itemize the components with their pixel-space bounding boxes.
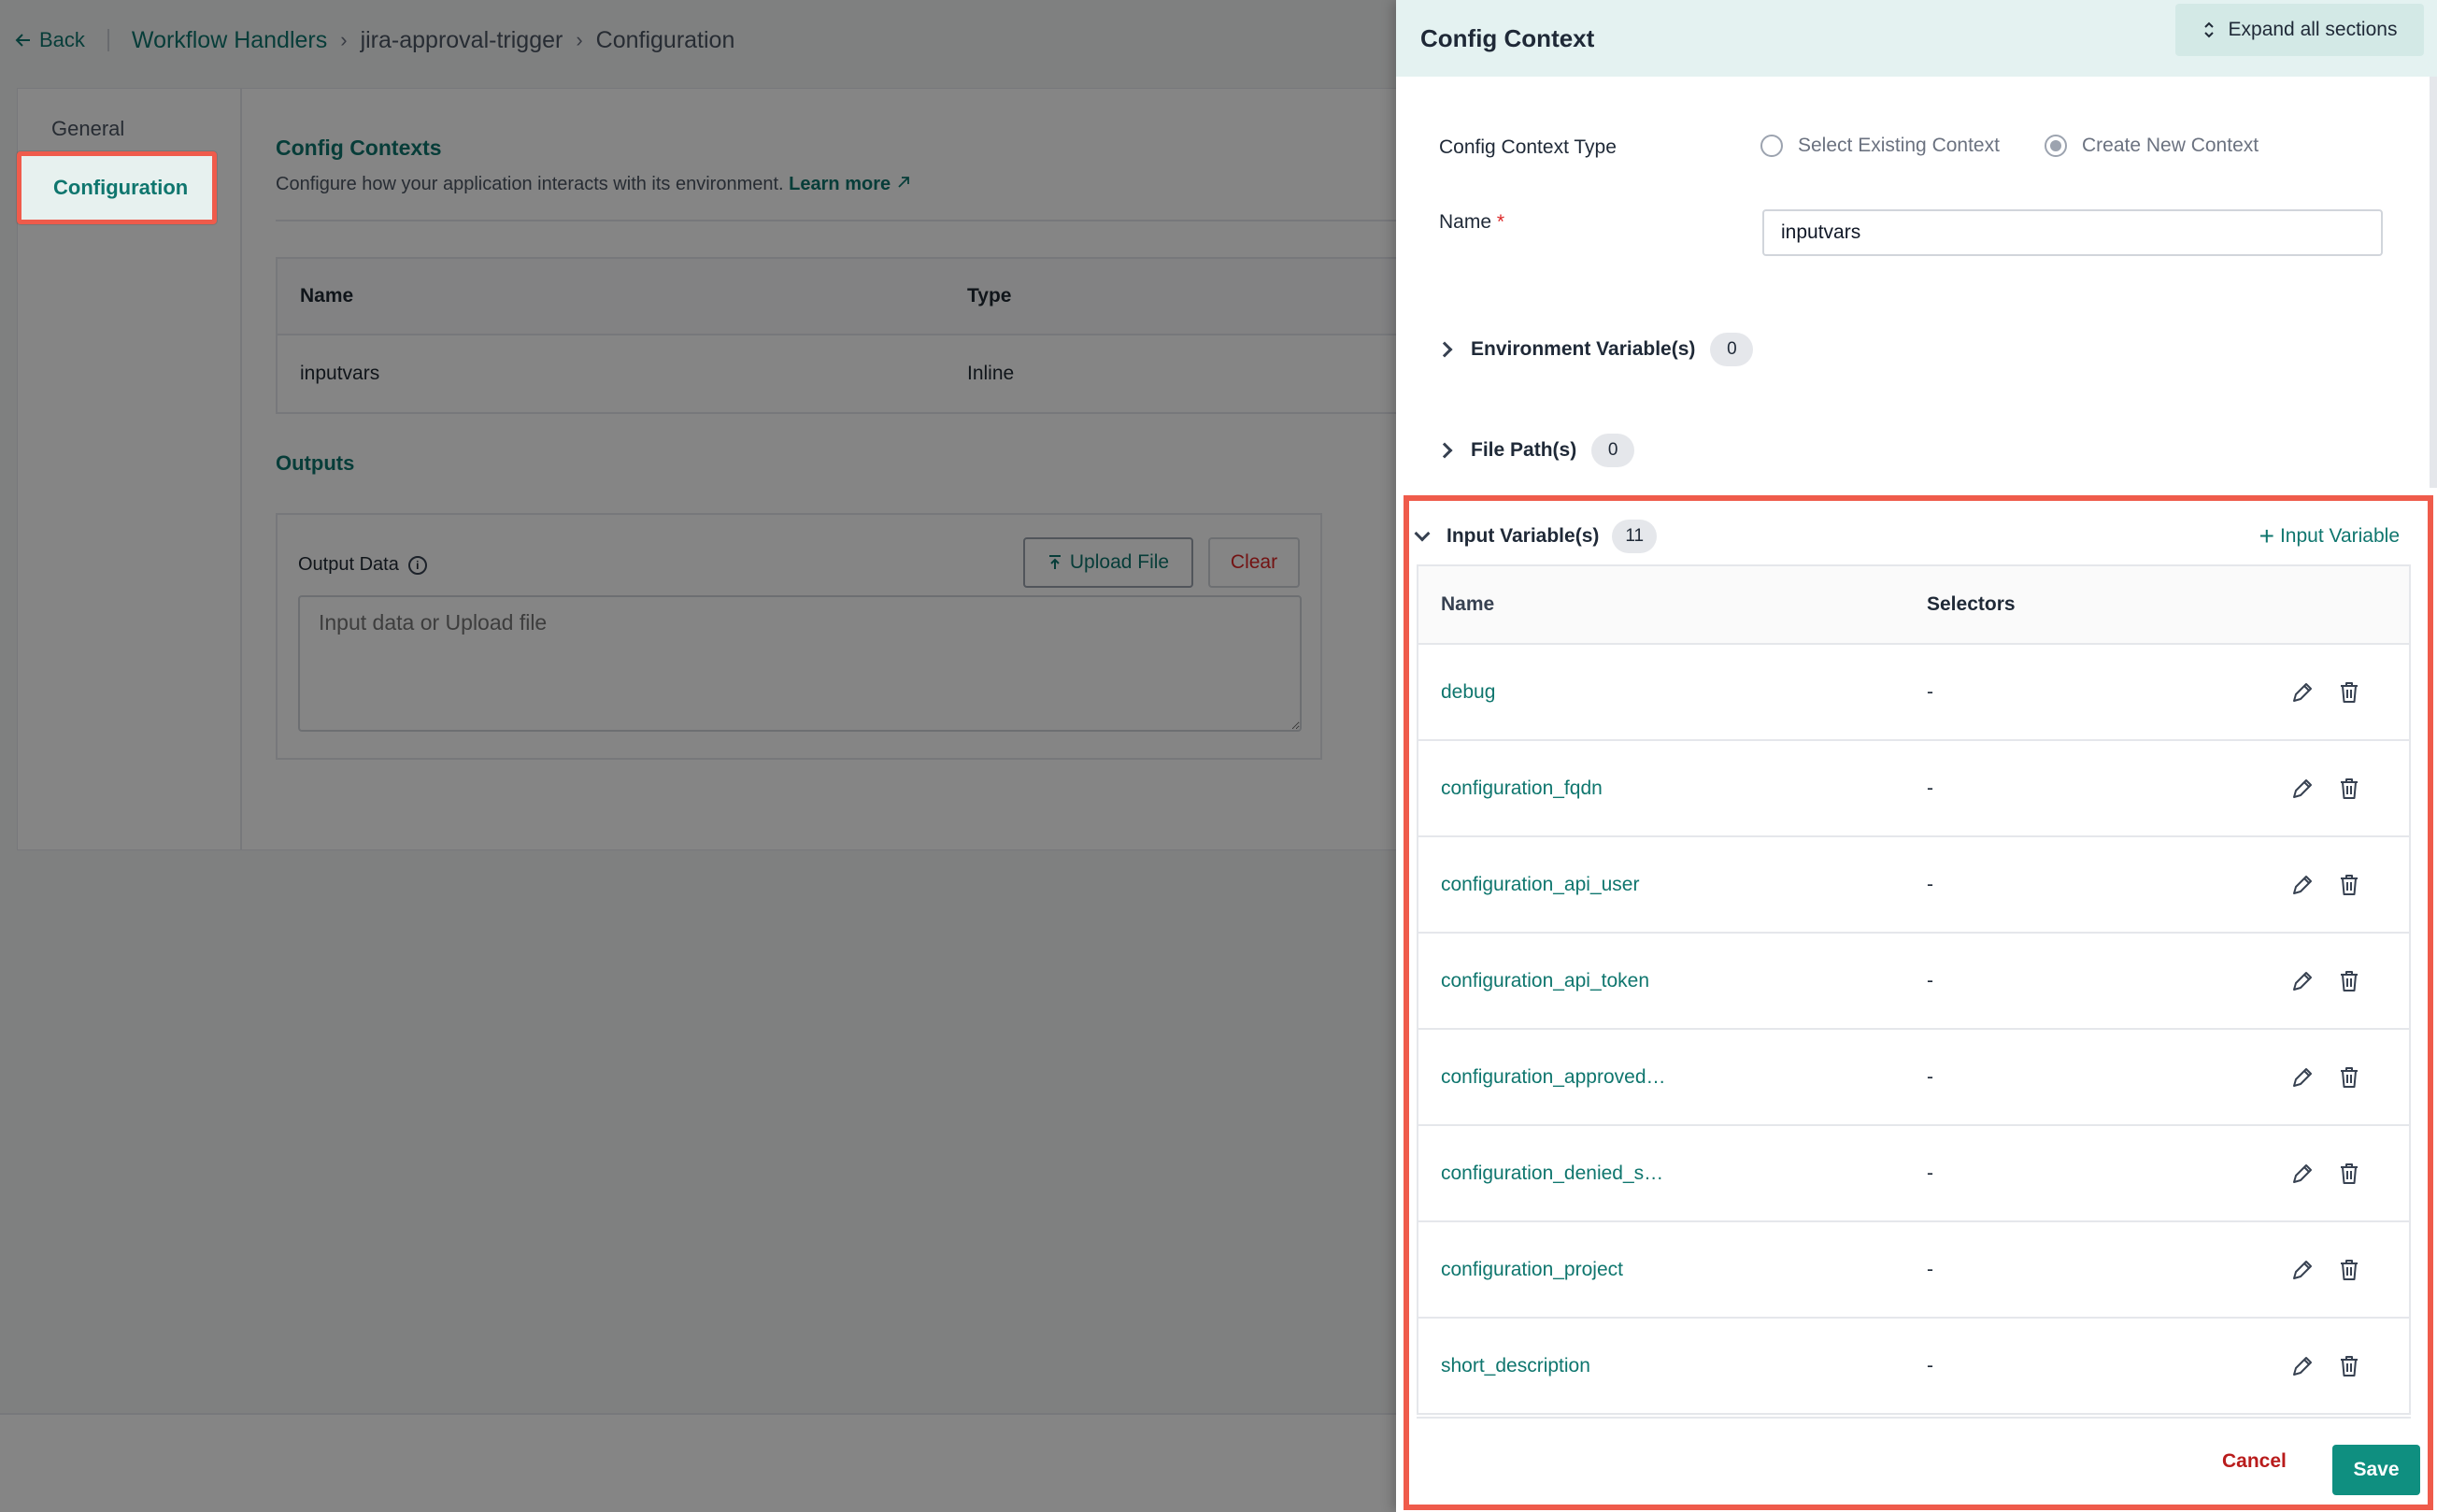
variable-selectors: - <box>1927 1065 1933 1088</box>
drawer-title: Config Context <box>1420 23 1595 52</box>
variable-name-link[interactable]: configuration_project <box>1418 1259 1927 1281</box>
row-actions <box>2289 776 2362 802</box>
table-row: short_description - <box>1418 1319 2409 1415</box>
sidebar-item-label: Configuration <box>53 176 189 199</box>
expand-collapse-icon <box>2203 21 2214 38</box>
table-row: configuration_api_user - <box>1418 837 2409 934</box>
column-header-selectors: Selectors <box>1927 593 2016 615</box>
trash-icon[interactable] <box>2336 776 2362 802</box>
trash-icon[interactable] <box>2336 1161 2362 1187</box>
pencil-icon[interactable] <box>2289 1161 2316 1187</box>
table-row: configuration_project - <box>1418 1222 2409 1319</box>
variable-selectors: - <box>1927 1162 1933 1184</box>
required-marker: * <box>1496 211 1505 233</box>
table-row: configuration_api_token - <box>1418 934 2409 1030</box>
radio-label: Create New Context <box>2082 135 2259 156</box>
variable-selectors: - <box>1927 680 1933 703</box>
section-label: Environment Variable(s) <box>1471 338 1696 360</box>
name-field[interactable]: inputvars <box>1762 209 2383 256</box>
modal-overlay[interactable] <box>0 0 1396 1512</box>
row-actions <box>2289 968 2362 994</box>
variable-selectors: - <box>1927 969 1933 991</box>
drawer-header: Config Context Expand all sections <box>1396 0 2437 77</box>
variable-selectors: - <box>1927 1354 1933 1376</box>
variable-name-link[interactable]: debug <box>1418 681 1927 704</box>
table-header: Name Selectors <box>1418 566 2409 645</box>
row-actions <box>2289 1064 2362 1091</box>
chevron-right-icon <box>1436 341 1453 358</box>
row-actions <box>2289 1257 2362 1283</box>
radio-selected-icon <box>2045 135 2067 157</box>
pencil-icon[interactable] <box>2289 1353 2316 1379</box>
row-actions <box>2289 1161 2362 1187</box>
section-label: Input Variable(s) <box>1447 525 1600 547</box>
trash-icon[interactable] <box>2336 679 2362 706</box>
column-header-name: Name <box>1441 593 1495 615</box>
pencil-icon[interactable] <box>2289 968 2316 994</box>
count-badge: 0 <box>1710 333 1754 366</box>
variable-name-link[interactable]: configuration_approved… <box>1418 1066 1927 1089</box>
radio-label: Select Existing Context <box>1798 135 2000 156</box>
name-label-text: Name <box>1439 211 1492 233</box>
variable-name-link[interactable]: configuration_denied_s… <box>1418 1163 1927 1185</box>
variable-name-link[interactable]: configuration_fqdn <box>1418 777 1927 800</box>
pencil-icon[interactable] <box>2289 679 2316 706</box>
save-button[interactable]: Save <box>2332 1445 2420 1495</box>
radio-create-new[interactable]: Create New Context <box>2045 135 2259 157</box>
variable-selectors: - <box>1927 873 1933 895</box>
file-paths-section[interactable]: File Path(s) 0 <box>1436 434 1635 467</box>
config-context-type-label: Config Context Type <box>1439 136 1617 158</box>
name-label: Name * <box>1439 211 1504 234</box>
trash-icon[interactable] <box>2336 1257 2362 1283</box>
row-actions <box>2289 872 2362 898</box>
row-actions <box>2289 1353 2362 1379</box>
environment-variables-section[interactable]: Environment Variable(s) 0 <box>1436 333 1754 366</box>
count-badge: 0 <box>1591 434 1635 467</box>
add-input-variable-label: Input Variable <box>2279 525 2400 547</box>
pencil-icon[interactable] <box>2289 1064 2316 1091</box>
sidebar-item-configuration[interactable]: Configuration <box>17 151 217 224</box>
plus-icon: + <box>2259 521 2274 550</box>
chevron-down-icon <box>1414 525 1431 542</box>
row-actions <box>2289 679 2362 706</box>
variable-name-link[interactable]: configuration_api_token <box>1418 970 1927 992</box>
expand-all-button[interactable]: Expand all sections <box>2175 4 2424 56</box>
input-variables-table: Name Selectors debug - configuration_fqd… <box>1417 564 2411 1415</box>
count-badge: 11 <box>1612 520 1658 553</box>
trash-icon[interactable] <box>2336 968 2362 994</box>
chevron-right-icon <box>1436 442 1453 459</box>
section-label: File Path(s) <box>1471 439 1577 461</box>
cancel-button[interactable]: Cancel <box>2222 1450 2287 1473</box>
config-context-drawer: Config Context Expand all sections Confi… <box>1396 0 2437 1512</box>
variable-selectors: - <box>1927 777 1933 799</box>
pencil-icon[interactable] <box>2289 1257 2316 1283</box>
table-row: configuration_denied_s… - <box>1418 1126 2409 1222</box>
trash-icon[interactable] <box>2336 872 2362 898</box>
add-input-variable-button[interactable]: + Input Variable <box>2259 523 2400 549</box>
input-variables-section[interactable]: Input Variable(s) 11 <box>1414 520 1658 553</box>
variable-name-link[interactable]: short_description <box>1418 1355 1927 1377</box>
expand-all-label: Expand all sections <box>2228 19 2398 40</box>
table-row: configuration_approved… - <box>1418 1030 2409 1126</box>
pencil-icon[interactable] <box>2289 776 2316 802</box>
pencil-icon[interactable] <box>2289 872 2316 898</box>
table-row: configuration_fqdn - <box>1418 741 2409 837</box>
radio-select-existing[interactable]: Select Existing Context <box>1760 135 2000 157</box>
table-row: debug - <box>1418 645 2409 741</box>
radio-circle-icon <box>1760 135 1783 157</box>
variable-name-link[interactable]: configuration_api_user <box>1418 874 1927 896</box>
trash-icon[interactable] <box>2336 1064 2362 1091</box>
scrollbar[interactable] <box>2430 77 2437 488</box>
trash-icon[interactable] <box>2336 1353 2362 1379</box>
variable-selectors: - <box>1927 1258 1933 1280</box>
